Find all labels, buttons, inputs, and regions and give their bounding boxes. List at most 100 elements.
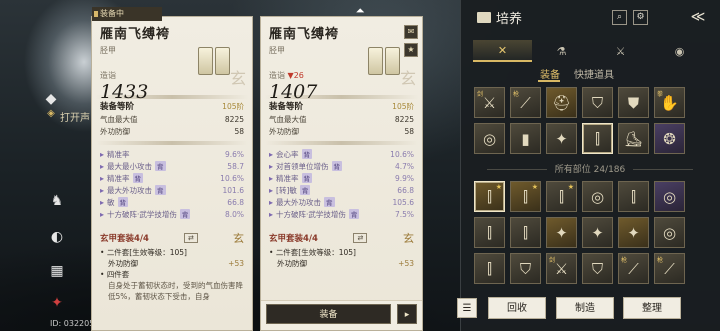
- swap-icon[interactable]: ⇄: [183, 233, 198, 243]
- horse-icon[interactable]: ♞: [46, 190, 68, 212]
- set-bonus-stat-label: 外功防御: [108, 259, 138, 268]
- stat-value: 58: [234, 126, 244, 136]
- stat-value: 8225: [224, 114, 244, 124]
- inventory-item[interactable]: ⛉: [510, 253, 541, 284]
- equipped-item-card: 装备中 雁南飞缚袴 胫甲 造诣 1433 玄 装备等阶 105阶 气血最大值 8…: [91, 7, 253, 331]
- inventory-item[interactable]: ⫿: [510, 217, 541, 248]
- craft-button[interactable]: 制造: [556, 297, 614, 319]
- stat-label: 气血最大值: [100, 114, 138, 124]
- next-arrow-button[interactable]: ▸: [397, 304, 417, 324]
- sword-icon: ⚔: [554, 259, 569, 278]
- slot-shoulder[interactable]: ⛊: [618, 87, 649, 118]
- tab-location[interactable]: ◉: [650, 40, 709, 62]
- organize-button[interactable]: 整理: [623, 297, 681, 319]
- leg-armor-icon: ⫿: [523, 187, 528, 206]
- set-header: 玄甲套装4/4 ⇄ 玄: [261, 229, 422, 247]
- sub-stat-tag: 背: [331, 161, 343, 171]
- inventory-item[interactable]: 剑 ⚔: [546, 253, 577, 284]
- slot-helmet[interactable]: ⛑: [546, 87, 577, 118]
- slot-glove[interactable]: 拳 ✋: [654, 87, 685, 118]
- leg-armor-icon: ⫿: [559, 187, 564, 206]
- inventory-item[interactable]: ★ ⫿: [474, 181, 505, 212]
- tab-tools[interactable]: ⚔: [591, 40, 650, 62]
- sub-stat-label: 十方破阵·武学技增伤: [107, 209, 177, 219]
- shoulder-icon: ⛊: [627, 93, 640, 112]
- equip-button[interactable]: 装备: [266, 304, 391, 324]
- jade-icon: ▮: [521, 129, 530, 148]
- open-label[interactable]: 打开声: [60, 109, 90, 124]
- set-mark: 玄: [403, 232, 414, 245]
- sub-stat-label: 对首领单位增伤: [276, 161, 329, 171]
- bottom-actions: ☰ 回收 制造 整理: [457, 297, 717, 323]
- item-title: 雁南飞缚袴: [100, 27, 171, 42]
- slot-pendant[interactable]: ✦: [546, 123, 577, 154]
- slot-jade[interactable]: ▮: [510, 123, 541, 154]
- sub-stat-label: 精准率: [276, 173, 299, 183]
- pendant-icon: ✦: [591, 223, 604, 242]
- spear-icon: ⟋: [628, 259, 639, 278]
- star-icon[interactable]: ★: [404, 43, 418, 57]
- sub-stat-row: ▸ 十方破阵·武学技增伤背 8.0%: [100, 209, 244, 219]
- mail-icon[interactable]: ✉: [404, 25, 418, 39]
- sub-stat-value: 4.7%: [394, 161, 414, 171]
- card-footer: 装备 ▸: [261, 300, 422, 330]
- search-icon[interactable]: ⌕: [612, 10, 627, 25]
- inventory-item[interactable]: ✦: [618, 217, 649, 248]
- inventory-item[interactable]: 枪 ⟋: [618, 253, 649, 284]
- pendant-icon: ✦: [555, 223, 568, 242]
- mount-icon: ❂: [663, 129, 676, 148]
- tab-equipment[interactable]: 装备: [540, 66, 560, 81]
- leg-armor-icon: ⫿: [487, 187, 492, 206]
- inventory-item[interactable]: ✦: [582, 217, 613, 248]
- sub-stat-value: 58.7: [227, 161, 244, 171]
- slot-mount[interactable]: ❂: [654, 123, 685, 154]
- sub-stat-tag: 背: [299, 185, 311, 195]
- inventory-item[interactable]: ⫿: [474, 253, 505, 284]
- inventory-item[interactable]: ⫿: [618, 181, 649, 212]
- recycle-button[interactable]: 回收: [488, 297, 546, 319]
- inventory-item[interactable]: 枪 ⟋: [654, 253, 685, 284]
- score-label-text: 造诣: [269, 71, 285, 80]
- tab-quick-items[interactable]: 快捷道具: [574, 66, 614, 81]
- sub-stat-row: ▸ 最大最小攻击背 58.7: [100, 161, 244, 171]
- sub-stat-value: 7.5%: [394, 209, 414, 219]
- sub-stat-row: ▸ 十方破阵·武学技增伤背 7.5%: [269, 209, 414, 219]
- inventory-item[interactable]: ★ ⫿: [510, 181, 541, 212]
- ring-icon: ◎: [662, 223, 677, 242]
- slot-weapon[interactable]: 剑 ⚔: [474, 87, 505, 118]
- stat-label: 外功防御: [100, 126, 130, 136]
- avatar[interactable]: ✦: [46, 292, 68, 314]
- leg-armor-icon: ⫿: [631, 187, 636, 206]
- inventory-item[interactable]: ◎: [582, 181, 613, 212]
- slot-boots[interactable]: ⛸: [618, 123, 649, 154]
- inventory-item[interactable]: ✦: [546, 217, 577, 248]
- back-icon[interactable]: ≪: [686, 9, 710, 25]
- sub-stat-label: 最大最小攻击: [107, 161, 153, 171]
- swap-icon[interactable]: ⇄: [353, 233, 368, 243]
- tab-potions[interactable]: ⚗: [532, 40, 591, 62]
- inventory-item[interactable]: ⫿: [474, 217, 505, 248]
- tab-weapons[interactable]: ✕: [473, 40, 532, 62]
- ring-icon: ◎: [662, 187, 677, 206]
- grid-menu-icon[interactable]: ▦: [46, 260, 68, 282]
- inventory-item[interactable]: ★ ⫿: [546, 181, 577, 212]
- set-bonus-stat: 外功防御 +53: [92, 258, 252, 269]
- main-stat-row: 气血最大值 8225: [261, 113, 422, 125]
- set-bonus-desc: 自身处于蓄韧状态时，受到的气血伤害降低5%，蓄韧状态下受击，自身: [108, 281, 243, 301]
- sub-stat-tag: 背: [301, 173, 313, 183]
- slot-spear[interactable]: 枪 ⟋: [510, 87, 541, 118]
- slot-chest[interactable]: ⛉: [582, 87, 613, 118]
- slot-legs[interactable]: ⫿: [582, 123, 613, 154]
- gear-icon[interactable]: ⚙: [633, 10, 648, 25]
- filter-icon[interactable]: ☰: [457, 298, 477, 318]
- inventory-grid: ★ ⫿ ★ ⫿ ★ ⫿ ◎ ⫿ ◎ ⫿ ⫿ ✦ ✦ ✦ ◎ ⫿ ⛉ 剑 ⚔ ⛉ 枪 ⟋ 枪…: [474, 181, 685, 284]
- sub-stat-tag: 背: [301, 149, 313, 159]
- sub-stat-row: ▸ 最大外功攻击背 105.6: [269, 197, 414, 207]
- inventory-item[interactable]: ⛉: [582, 253, 613, 284]
- inventory-item[interactable]: ◎: [654, 217, 685, 248]
- sub-stat-row: ▸ 最大外功攻击背 101.6: [100, 185, 244, 195]
- sub-stat-tag: 背: [117, 197, 129, 207]
- inventory-item[interactable]: ◎: [654, 181, 685, 212]
- ear-icon[interactable]: ◐: [46, 226, 68, 248]
- slot-ring[interactable]: ◎: [474, 123, 505, 154]
